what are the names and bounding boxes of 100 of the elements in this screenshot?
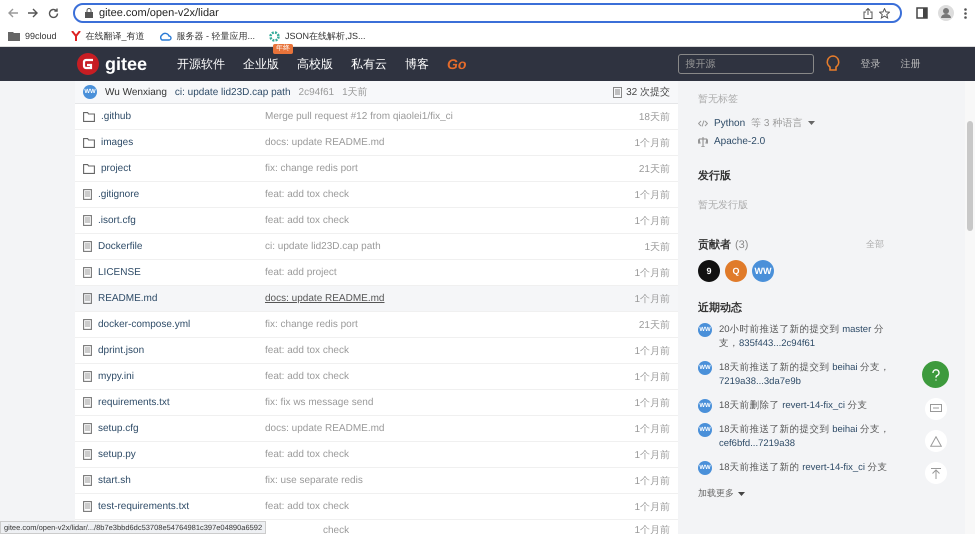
file-row[interactable]: .gitignore feat: add tox check 1个月前 xyxy=(75,182,678,208)
bookmark-label[interactable]: JSON在线解析,JS... xyxy=(285,30,366,42)
activity-text: 18天前删除了 revert-14-fix_ci 分支 xyxy=(719,399,868,413)
file-icon xyxy=(83,189,92,200)
reload-icon[interactable] xyxy=(48,8,59,18)
file-row[interactable]: Dockerfile ci: update lid23D.cap path 1天前 xyxy=(75,234,678,260)
folder-icon xyxy=(83,164,95,174)
file-name[interactable]: docker-compose.yml xyxy=(98,319,190,330)
bookmark-label[interactable]: 在线翻译_有道 xyxy=(86,30,145,42)
commit-range-link[interactable]: 835f443...2c94f61 xyxy=(739,338,816,349)
document-icon xyxy=(613,86,622,98)
commit-range-link[interactable]: cef6bfd...7219a38 xyxy=(719,438,796,449)
file-name[interactable]: setup.py xyxy=(98,449,136,460)
back-to-top-icon[interactable] xyxy=(924,462,946,484)
profile-icon[interactable] xyxy=(938,5,954,21)
file-name[interactable]: setup.cfg xyxy=(98,423,139,434)
file-icon xyxy=(83,319,92,330)
file-icon xyxy=(83,241,92,252)
file-row[interactable]: .github Merge pull request #12 from qiaolei1/fix_ci 18天前 xyxy=(75,104,678,130)
commit-time: 1个月前 xyxy=(634,448,670,462)
search-field[interactable]: 搜开源 xyxy=(678,54,814,74)
share-icon[interactable] xyxy=(863,8,873,18)
address-bar[interactable]: gitee.com/open-v2x/lidar xyxy=(73,3,902,23)
file-name[interactable]: images xyxy=(101,137,134,148)
file-row[interactable]: docker-compose.yml fix: change redis port 21天前 xyxy=(75,312,678,338)
language-link[interactable]: Python xyxy=(714,118,746,128)
file-row[interactable]: README.md docs: update README.md 1个月前 xyxy=(75,286,678,312)
lock-icon xyxy=(85,8,93,18)
caret-icon[interactable] xyxy=(808,121,816,125)
bookmark-label[interactable]: 服务器 - 轻量应用... xyxy=(176,30,256,42)
file-row[interactable]: mypy.ini feat: add tox check 1个月前 xyxy=(75,364,678,390)
branch-link[interactable]: beihai xyxy=(832,362,858,373)
file-name[interactable]: .github xyxy=(101,111,132,122)
file-row[interactable]: test-requirements.txt feat: add tox check 1个月前 xyxy=(75,494,678,520)
nav-link[interactable]: 开源软件 xyxy=(177,57,226,71)
file-name[interactable]: test-requirements.txt xyxy=(98,501,190,512)
caret-icon[interactable] xyxy=(738,492,745,496)
file-icon xyxy=(83,397,92,408)
file-row[interactable]: project fix: change redis port 21天前 xyxy=(75,156,678,182)
commit-range-link[interactable]: 7219a38...3da7e9b xyxy=(719,376,801,387)
file-row[interactable]: dprint.json feat: add tox check 1个月前 xyxy=(75,338,678,364)
bookmark-label[interactable]: 99cloud xyxy=(25,31,57,41)
file-name[interactable]: dprint.json xyxy=(98,345,144,356)
file-icon xyxy=(83,345,92,356)
scrollbar[interactable] xyxy=(965,81,975,534)
file-row[interactable]: requirements.txt fix: fix ws message send 1个月前 xyxy=(75,390,678,416)
activity-text: 18天前推送了新的 revert-14-fix_ci 分支 xyxy=(719,461,888,475)
branch-link[interactable]: revert-14-fix_ci xyxy=(782,400,846,411)
commit-time: 1个月前 xyxy=(634,422,670,436)
menu-icon[interactable] xyxy=(964,8,967,18)
file-icon xyxy=(83,267,92,278)
author-name[interactable]: Wu Wenxiang xyxy=(105,86,167,98)
license-link[interactable]: Apache-2.0 xyxy=(714,136,766,147)
nav-link[interactable]: 私有云 xyxy=(351,57,388,71)
file-row[interactable]: setup.py feat: add tox check 1个月前 xyxy=(75,442,678,468)
file-name[interactable]: .isort.cfg xyxy=(98,215,136,226)
commit-message[interactable]: docs: update README.md xyxy=(265,293,384,304)
lightbulb-icon[interactable] xyxy=(826,55,840,73)
star-icon[interactable] xyxy=(879,8,890,18)
back-icon[interactable] xyxy=(8,8,18,18)
warning-icon[interactable] xyxy=(924,430,946,452)
contributor-count: (3) xyxy=(735,238,748,250)
section-title: 发行版 xyxy=(698,169,732,183)
branch-link[interactable]: beihai xyxy=(832,424,858,435)
file-name[interactable]: Dockerfile xyxy=(98,241,142,252)
branch-link[interactable]: revert-14-fix_ci xyxy=(802,462,866,473)
commit-time: 1个月前 xyxy=(634,344,670,358)
section-title: 近期动态 xyxy=(698,300,743,315)
file-row[interactable]: start.sh fix: use separate redis 1个月前 xyxy=(75,468,678,494)
file-row[interactable]: setup.cfg docs: update README.md 1个月前 xyxy=(75,416,678,442)
folder-icon xyxy=(8,31,20,41)
gitee-logo[interactable]: gitee xyxy=(77,53,148,75)
help-button[interactable] xyxy=(922,361,949,388)
register-link[interactable]: 注册 xyxy=(900,57,920,71)
nav-link[interactable]: 企业版 xyxy=(243,57,280,71)
file-row[interactable]: images docs: update README.md 1个月前 xyxy=(75,130,678,156)
commit-count[interactable]: 32 次提交 xyxy=(626,85,670,99)
file-name[interactable]: requirements.txt xyxy=(98,397,170,408)
nav-link[interactable]: Go xyxy=(447,57,466,71)
nav-link[interactable]: 博客 xyxy=(405,57,430,71)
file-name[interactable]: README.md xyxy=(98,293,158,304)
contributor-avatar[interactable]: 9 xyxy=(698,260,720,282)
side-panel-icon[interactable] xyxy=(916,7,928,19)
file-icon xyxy=(83,475,92,486)
file-name[interactable]: .gitignore xyxy=(98,189,140,200)
forward-icon[interactable] xyxy=(28,8,38,18)
file-name[interactable]: project xyxy=(101,163,132,174)
commit-message[interactable]: ci: update lid23D.cap path xyxy=(174,86,291,98)
load-more-button[interactable]: 加载更多 xyxy=(698,487,734,500)
login-link[interactable]: 登录 xyxy=(860,57,880,71)
file-name[interactable]: start.sh xyxy=(98,475,131,486)
commit-time: 1个月前 xyxy=(634,500,670,514)
nav-link[interactable]: 高校版 xyxy=(297,57,334,71)
file-icon xyxy=(83,423,92,434)
file-name[interactable]: mypy.ini xyxy=(98,371,134,382)
cloud-icon xyxy=(158,31,172,41)
file-row[interactable]: .isort.cfg feat: add tox check 1个月前 xyxy=(75,208,678,234)
file-name[interactable]: LICENSE xyxy=(98,267,141,278)
message-icon[interactable] xyxy=(924,398,946,420)
branch-link[interactable]: master xyxy=(842,324,872,335)
